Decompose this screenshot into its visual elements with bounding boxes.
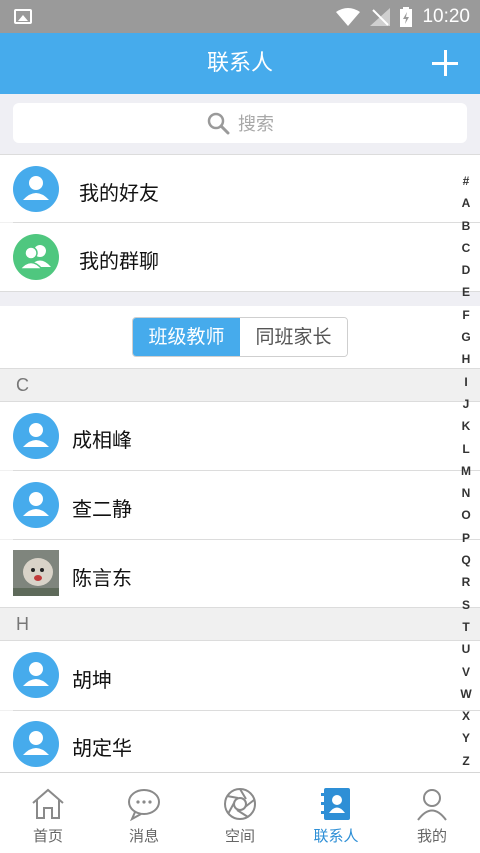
alphabet-index-letter[interactable]: Y bbox=[462, 727, 470, 749]
tab-home[interactable]: 首页 bbox=[0, 773, 96, 853]
alphabet-index-letter[interactable]: U bbox=[462, 638, 471, 660]
search-icon bbox=[207, 112, 230, 135]
contact-name: 查二静 bbox=[72, 497, 132, 521]
app-header: 联系人 bbox=[0, 33, 480, 94]
alphabet-index-letter[interactable]: B bbox=[462, 215, 471, 237]
segment-area: 班级教师 同班家长 bbox=[0, 306, 480, 368]
quick-item-label: 我的好友 bbox=[79, 181, 159, 205]
alphabet-index-letter[interactable]: P bbox=[462, 527, 470, 549]
status-bar: 10:20 bbox=[0, 0, 480, 33]
section-gap bbox=[0, 291, 480, 307]
alphabet-index-letter[interactable]: O bbox=[461, 504, 470, 526]
battery-charging-icon bbox=[400, 6, 413, 27]
teacher-parent-segment: 班级教师 同班家长 bbox=[132, 317, 348, 357]
alphabet-index-letter[interactable]: V bbox=[462, 661, 470, 683]
tab-label: 联系人 bbox=[313, 827, 359, 845]
contact-avatar-icon bbox=[13, 652, 59, 698]
quick-item-label: 我的群聊 bbox=[79, 249, 159, 273]
contact-row[interactable]: 查二静 bbox=[0, 471, 480, 539]
alphabet-index-letter[interactable]: M bbox=[461, 460, 471, 482]
alphabet-index-letter[interactable]: J bbox=[463, 393, 470, 415]
contact-row[interactable]: 陈言东 bbox=[0, 540, 480, 607]
section-letter: H bbox=[16, 614, 29, 634]
home-icon bbox=[32, 788, 64, 819]
alphabet-index-letter[interactable]: G bbox=[461, 326, 470, 348]
person-icon bbox=[13, 166, 59, 212]
alphabet-index-letter[interactable]: K bbox=[462, 415, 471, 437]
contacts-screen: 10:20 联系人 搜索 我的好友 我的群聊 班级教师 同班家长 C 成相峰 查… bbox=[0, 0, 480, 853]
tab-messages[interactable]: 消息 bbox=[96, 773, 192, 853]
contact-name: 胡定华 bbox=[72, 736, 132, 760]
section-header-c: C bbox=[0, 368, 480, 402]
alphabet-index-letter[interactable]: E bbox=[462, 281, 470, 303]
tab-label: 我的 bbox=[416, 827, 447, 845]
alphabet-index-letter[interactable]: F bbox=[462, 304, 469, 326]
search-area: 搜索 bbox=[0, 94, 480, 154]
alphabet-index-letter[interactable]: N bbox=[462, 482, 471, 504]
contact-avatar-icon bbox=[13, 721, 59, 767]
segment-classmate-parents[interactable]: 同班家长 bbox=[240, 318, 347, 356]
my-groups-row[interactable]: 我的群聊 bbox=[0, 223, 480, 291]
tab-contacts[interactable]: 联系人 bbox=[288, 773, 384, 853]
alphabet-index[interactable]: # A B C D E F G H I J K L M N O P Q R S T U V W X Y Z bbox=[460, 170, 472, 772]
add-contact-button[interactable] bbox=[432, 50, 458, 76]
alphabet-index-letter[interactable]: R bbox=[462, 571, 471, 593]
alphabet-index-letter[interactable]: Z bbox=[462, 750, 469, 772]
no-signal-icon bbox=[370, 7, 391, 26]
tab-label: 消息 bbox=[128, 827, 159, 845]
search-placeholder: 搜索 bbox=[238, 114, 274, 135]
contact-avatar-icon bbox=[13, 482, 59, 528]
contact-row[interactable]: 成相峰 bbox=[0, 402, 480, 470]
alphabet-index-letter[interactable]: X bbox=[462, 705, 470, 727]
contact-row[interactable]: 胡坤 bbox=[0, 641, 480, 710]
contacts-icon bbox=[321, 788, 350, 820]
contact-name: 陈言东 bbox=[72, 566, 132, 590]
contact-avatar-icon bbox=[13, 413, 59, 459]
alphabet-index-letter[interactable]: H bbox=[462, 348, 471, 370]
alphabet-index-letter[interactable]: C bbox=[462, 237, 471, 259]
tab-label: 首页 bbox=[32, 827, 63, 845]
alphabet-index-letter[interactable]: S bbox=[462, 594, 470, 616]
contact-name: 成相峰 bbox=[72, 428, 132, 452]
profile-icon bbox=[417, 789, 447, 821]
alphabet-index-letter[interactable]: W bbox=[460, 683, 471, 705]
clock: 10:20 bbox=[422, 5, 470, 27]
tab-mine[interactable]: 我的 bbox=[384, 773, 480, 853]
alphabet-index-letter[interactable]: L bbox=[462, 438, 469, 460]
alphabet-index-letter[interactable]: D bbox=[462, 259, 471, 281]
alphabet-index-letter[interactable]: T bbox=[462, 616, 469, 638]
gallery-notification-icon bbox=[14, 9, 32, 24]
alphabet-index-letter[interactable]: I bbox=[464, 371, 467, 393]
contact-photo-avatar bbox=[13, 550, 59, 596]
message-icon bbox=[128, 789, 160, 821]
search-input[interactable]: 搜索 bbox=[13, 103, 467, 143]
group-icon bbox=[13, 234, 59, 280]
tab-label: 空间 bbox=[224, 827, 255, 845]
contact-row[interactable]: 胡定华 bbox=[0, 711, 480, 772]
my-friends-row[interactable]: 我的好友 bbox=[0, 154, 480, 222]
alphabet-index-letter[interactable]: Q bbox=[461, 549, 470, 571]
tab-space[interactable]: 空间 bbox=[192, 773, 288, 853]
section-letter: C bbox=[16, 375, 29, 395]
wifi-icon bbox=[336, 7, 361, 26]
page-title: 联系人 bbox=[206, 51, 273, 76]
contact-name: 胡坤 bbox=[72, 668, 112, 692]
alphabet-index-letter[interactable]: A bbox=[462, 192, 471, 214]
alphabet-index-letter[interactable]: # bbox=[463, 170, 470, 192]
aperture-icon bbox=[224, 788, 256, 820]
section-header-h: H bbox=[0, 607, 480, 641]
bottom-tab-bar: 首页 消息 空间 联系人 我的 bbox=[0, 772, 480, 853]
segment-class-teachers[interactable]: 班级教师 bbox=[133, 318, 240, 356]
